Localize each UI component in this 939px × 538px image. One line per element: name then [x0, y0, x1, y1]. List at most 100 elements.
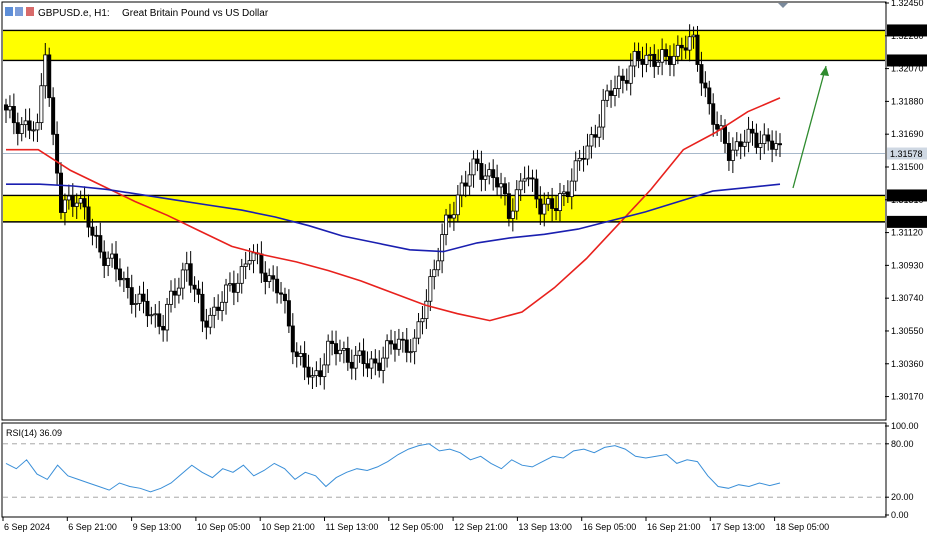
- rsi-tick-label: 0.00: [891, 510, 909, 520]
- candle-body-bull: [224, 284, 229, 303]
- candle-body-bear: [593, 134, 598, 138]
- time-tick-label: 10 Sep 21:00: [261, 522, 315, 532]
- time-tick-label: 17 Sep 13:00: [711, 522, 765, 532]
- candle-body-bull: [612, 88, 617, 96]
- candle-body-bear: [538, 198, 543, 215]
- candle-body-bull: [573, 160, 578, 182]
- candle-body-bear: [51, 97, 56, 135]
- time-tick-label: 6 Sep 2024: [4, 522, 50, 532]
- candle-body-bear: [475, 158, 480, 164]
- candle-body-bull: [62, 199, 67, 213]
- candle-body-bear: [11, 106, 16, 124]
- candle-body-bull: [357, 350, 362, 356]
- supply-demand-zone: [3, 30, 885, 61]
- candle-body-bear: [703, 82, 708, 89]
- candle-body-bull: [687, 36, 692, 51]
- candle-body-bull: [432, 269, 437, 278]
- candle-body-bull: [648, 53, 653, 56]
- candle-body-bull: [557, 193, 562, 212]
- candle-body-bear: [377, 362, 382, 371]
- price-tick-label: 1.30170: [891, 392, 924, 402]
- candle-body-bull: [149, 314, 154, 317]
- candle-body-bull: [526, 177, 531, 180]
- candle-body-bear: [275, 278, 280, 294]
- candle-body-bull: [546, 198, 551, 205]
- candle-body-bear: [349, 361, 354, 369]
- candle-body-bull: [577, 157, 582, 162]
- candle-body-bull: [212, 306, 217, 316]
- candle-body-bear: [778, 143, 783, 146]
- candle-body-bear: [726, 143, 731, 161]
- candle-body-bull: [169, 290, 174, 305]
- time-tick-label: 16 Sep 05:00: [583, 522, 637, 532]
- candle-body-bear: [400, 338, 405, 341]
- candle-body-bull: [412, 337, 417, 353]
- candle-body-bear: [279, 292, 284, 295]
- candle-body-bull: [381, 357, 386, 371]
- candle-body-bear: [47, 54, 52, 99]
- candle-body-bear: [306, 366, 311, 378]
- time-tick-label: 11 Sep 13:00: [326, 522, 379, 532]
- time-tick-label: 16 Sep 21:00: [647, 522, 701, 532]
- time-tick-label: 12 Sep 21:00: [454, 522, 508, 532]
- price-tick-label: 1.30930: [891, 260, 924, 270]
- chart-type-icon[interactable]: [15, 7, 23, 16]
- candle-body-bull: [671, 55, 676, 65]
- candle-body-bull: [408, 351, 413, 354]
- candle-body-bull: [247, 260, 252, 265]
- chart-canvas: GBPUSD.e, H1: Great Britain Pound vs US …: [0, 0, 939, 538]
- candle-body-bull: [7, 106, 12, 111]
- candle-body-bull: [416, 321, 421, 339]
- candle-body-bull: [774, 143, 779, 150]
- candle-body-bull: [691, 34, 696, 38]
- candle-body-bull: [239, 266, 244, 284]
- candle-body-bull: [74, 202, 79, 207]
- candle-body-bear: [506, 193, 511, 219]
- price-label-value: 1.32291: [890, 26, 923, 36]
- candle-body-bear: [27, 120, 32, 131]
- price-tick-label: 1.30360: [891, 359, 924, 369]
- candle-body-bear: [392, 343, 397, 350]
- price-label-value: 1.31335: [890, 191, 923, 201]
- background: [0, 0, 939, 538]
- candle-body-bear: [271, 275, 276, 280]
- chart-type-icon[interactable]: [26, 7, 34, 16]
- candle-body-bear: [373, 358, 378, 364]
- price-label-value: 1.31578: [890, 149, 923, 159]
- candle-body-bull: [267, 275, 272, 282]
- time-tick-label: 10 Sep 05:00: [197, 522, 251, 532]
- candle-body-bear: [554, 208, 559, 212]
- price-tick-label: 1.31690: [891, 129, 924, 139]
- symbol-description: Great Britain Pound vs US Dollar: [122, 8, 269, 19]
- candle-body-bear: [294, 351, 299, 357]
- candle-body-bear: [365, 363, 370, 369]
- candle-body-bull: [385, 340, 390, 359]
- candle-body-bear: [699, 64, 704, 84]
- candle-body-bull: [518, 180, 523, 191]
- chart-type-icon[interactable]: [5, 7, 13, 16]
- time-tick-label: 9 Sep 13:00: [133, 522, 182, 532]
- candle-body-bull: [106, 257, 111, 266]
- candle-body-bull: [176, 287, 181, 296]
- candle-body-bear: [502, 183, 507, 195]
- candle-body-bear: [157, 313, 162, 327]
- candle-body-bull: [762, 134, 767, 144]
- candle-body-bear: [609, 90, 614, 96]
- rsi-label: RSI(14) 36.09: [6, 428, 62, 438]
- candle-body-bull: [78, 198, 83, 204]
- candle-body-bear: [479, 163, 484, 180]
- candle-body-bull: [227, 283, 232, 286]
- candle-body-bear: [145, 300, 150, 317]
- candle-body-bull: [514, 189, 519, 212]
- symbol-label: GBPUSD.e, H1:: [38, 8, 110, 19]
- candle-body-bear: [695, 34, 700, 65]
- candle-body-bull: [243, 263, 248, 267]
- candle-body-bull: [675, 44, 680, 57]
- candle-body-bull: [39, 85, 44, 124]
- candle-body-bull: [184, 263, 189, 271]
- candle-body-bull: [133, 303, 138, 305]
- candle-body-bear: [345, 348, 350, 363]
- candle-body-bull: [165, 303, 170, 331]
- candle-body-bear: [290, 325, 295, 353]
- candle-body-bear: [447, 214, 452, 219]
